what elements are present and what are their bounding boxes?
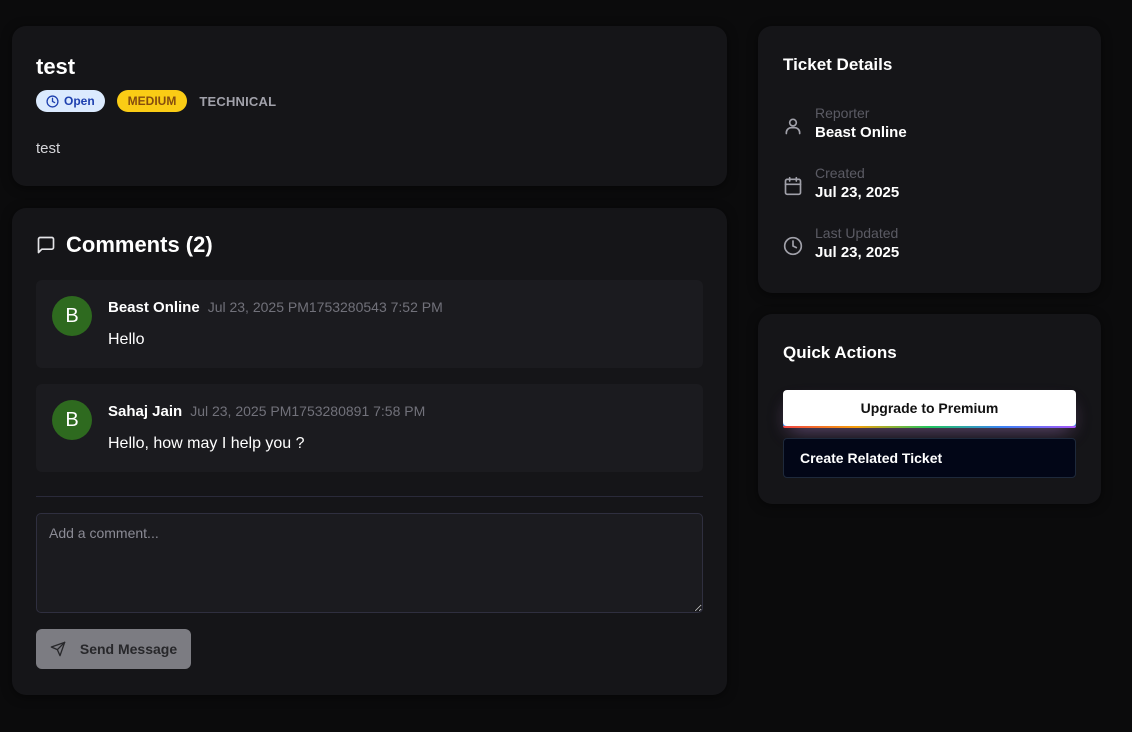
created-value: Jul 23, 2025 xyxy=(815,184,900,201)
priority-badge: MEDIUM xyxy=(116,90,188,112)
comment-item: B Beast Online Jul 23, 2025 PM1753280543… xyxy=(36,280,703,368)
last-updated-value: Jul 23, 2025 xyxy=(815,244,900,261)
reporter-label: Reporter xyxy=(815,105,870,121)
create-related-ticket-button[interactable]: Create Related Ticket xyxy=(783,438,1076,478)
comments-header: Comments (2) xyxy=(36,232,213,258)
quick-actions-card: Quick Actions Upgrade to Premium Create … xyxy=(758,314,1101,504)
comment-body: Hello, how may I help you ? xyxy=(108,435,305,452)
divider xyxy=(36,496,703,497)
ticket-badges: Open MEDIUM TECHNICAL xyxy=(36,90,276,112)
comment-author: Sahaj Jain xyxy=(108,403,183,420)
status-badge: Open xyxy=(36,90,105,112)
comment-body: Hello xyxy=(108,331,145,348)
comments-title: Comments (2) xyxy=(66,232,213,257)
ticket-title: test xyxy=(36,54,76,79)
clock-icon xyxy=(783,236,803,256)
last-updated-row: Last Updated Jul 23, 2025 xyxy=(783,224,899,264)
upgrade-to-premium-button[interactable]: Upgrade to Premium xyxy=(783,390,1076,428)
comment-input[interactable] xyxy=(36,513,703,613)
comment-item: B Sahaj Jain Jul 23, 2025 PM1753280891 7… xyxy=(36,384,703,472)
created-label: Created xyxy=(815,165,865,181)
avatar: B xyxy=(52,296,92,336)
last-updated-label: Last Updated xyxy=(815,225,899,241)
status-badge-label: Open xyxy=(64,94,95,108)
reporter-row: Reporter Beast Online xyxy=(783,104,907,144)
ticket-description: test xyxy=(36,140,61,157)
comment-timestamp: Jul 23, 2025 PM1753280891 7:58 PM xyxy=(190,403,426,419)
user-icon xyxy=(785,118,801,135)
category-label: TECHNICAL xyxy=(199,93,277,109)
comment-meta: Beast Online Jul 23, 2025 PM1753280543 7… xyxy=(108,299,443,316)
avatar: B xyxy=(52,400,92,440)
reporter-value: Beast Online xyxy=(815,124,907,141)
send-message-label: Send Message xyxy=(79,641,178,657)
ticket-details-title: Ticket Details xyxy=(783,55,893,74)
comments-card: Comments (2) B Beast Online Jul 23, 2025… xyxy=(12,208,727,695)
send-icon xyxy=(50,641,66,657)
quick-actions-title: Quick Actions xyxy=(783,343,897,362)
message-square-icon xyxy=(37,236,55,254)
clock-icon xyxy=(46,94,59,108)
comment-meta: Sahaj Jain Jul 23, 2025 PM1753280891 7:5… xyxy=(108,403,425,420)
ticket-card: test Open MEDIUM TECHNICAL test xyxy=(12,26,727,186)
comment-timestamp: Jul 23, 2025 PM1753280543 7:52 PM xyxy=(207,299,443,315)
ticket-details-card: Ticket Details Reporter Beast Online Cre… xyxy=(758,26,1101,293)
comment-author: Beast Online xyxy=(108,299,200,316)
send-message-button[interactable]: Send Message xyxy=(36,629,191,669)
calendar-icon xyxy=(784,176,802,196)
created-row: Created Jul 23, 2025 xyxy=(783,164,899,204)
